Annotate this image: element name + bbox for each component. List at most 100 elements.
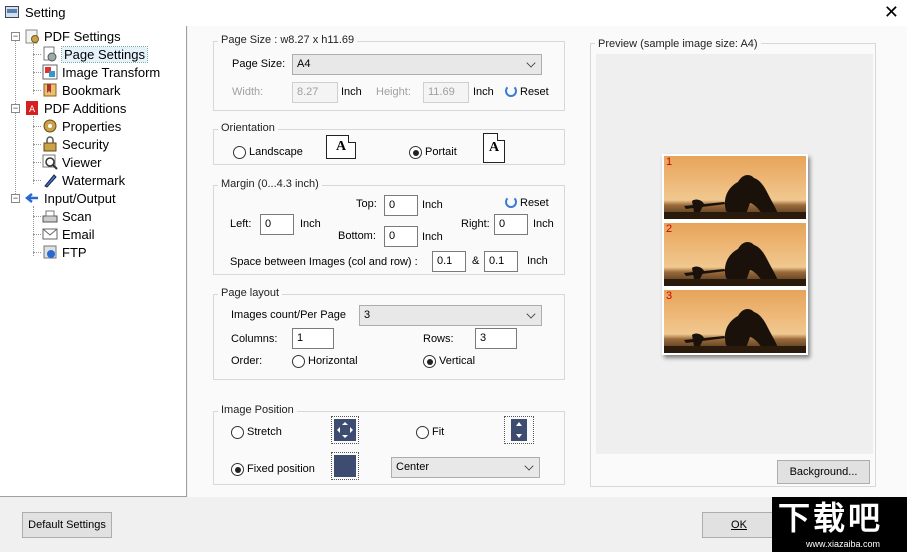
fit-label: Fit (432, 426, 445, 438)
space-row-input[interactable]: 0.1 (484, 251, 518, 272)
preview-image-2: 2 (664, 223, 806, 286)
fit-position-icon[interactable] (504, 416, 534, 444)
properties-icon (42, 118, 58, 134)
tree-item-pdf-additions[interactable]: A PDF Additions (24, 100, 126, 118)
close-icon[interactable]: ✕ (884, 2, 899, 22)
portrait-label: Portait (425, 146, 457, 158)
preview-number: 3 (666, 290, 673, 302)
collapse-icon[interactable]: − (11, 32, 20, 41)
scanner-icon (42, 208, 58, 224)
ok-button[interactable]: OK (702, 512, 776, 538)
stretch-label: Stretch (247, 426, 282, 438)
tree-item-properties[interactable]: Properties (42, 118, 121, 136)
space-label: Space between Images (col and row) : (230, 256, 418, 268)
height-unit: Inch (473, 86, 494, 98)
tree-item-security[interactable]: Security (42, 136, 109, 154)
tree-line (33, 126, 41, 127)
viewer-icon (42, 154, 58, 170)
margin-reset-button[interactable]: Reset (505, 196, 549, 209)
order-label: Order: (231, 355, 263, 367)
app-icon (5, 6, 19, 18)
tree-item-page-settings[interactable]: Page Settings (42, 46, 148, 64)
security-icon (42, 136, 58, 152)
image-transform-icon (42, 64, 58, 80)
bookmark-icon (42, 82, 58, 98)
rows-input[interactable]: 3 (475, 328, 517, 349)
preview-panel: Preview (sample image size: A4) 1 2 3 Ba… (590, 38, 876, 487)
right-label: Right: (461, 218, 490, 230)
tree-line (33, 234, 41, 235)
right-unit: Inch (533, 218, 554, 230)
tree-item-ftp[interactable]: FTP (42, 244, 87, 262)
orientation-section: Orientation Landscape A Portait A (213, 122, 565, 165)
rows-label: Rows: (423, 333, 454, 345)
fit-radio[interactable] (416, 426, 429, 439)
width-input[interactable]: 8.27 (292, 82, 338, 103)
tree-line (33, 90, 41, 91)
stretch-position-icon[interactable] (331, 416, 359, 444)
right-input[interactable]: 0 (494, 214, 528, 235)
pdf-additions-icon: A (24, 100, 40, 116)
tree-line (33, 252, 41, 253)
reset-label: Reset (520, 197, 549, 209)
preview-title: Preview (sample image size: A4) (595, 38, 761, 50)
preview-canvas: 1 2 3 (596, 54, 873, 454)
images-count-label: Images count/Per Page (231, 309, 346, 321)
fixed-position-radio[interactable] (231, 463, 244, 476)
stretch-radio[interactable] (231, 426, 244, 439)
vertical-radio[interactable] (423, 355, 436, 368)
tree-item-input-output[interactable]: Input/Output (24, 190, 116, 208)
preview-number: 2 (666, 223, 673, 235)
image-position-title: Image Position (218, 404, 297, 416)
bottom-input[interactable]: 0 (384, 226, 418, 247)
tree-item-pdf-settings[interactable]: PDF Settings (24, 28, 121, 46)
fixed-position-icon[interactable] (331, 452, 359, 480)
position-align-value: Center (396, 461, 430, 473)
images-count-value: 3 (364, 309, 371, 321)
height-input[interactable]: 11.69 (423, 82, 469, 103)
pdf-settings-icon (24, 28, 40, 44)
images-count-select[interactable]: 3 (359, 305, 542, 326)
tree-item-watermark[interactable]: Watermark (42, 172, 125, 190)
tree-item-viewer[interactable]: Viewer (42, 154, 102, 172)
left-input[interactable]: 0 (260, 214, 294, 235)
page-size-reset-button[interactable]: Reset (505, 85, 549, 98)
columns-input[interactable]: 1 (292, 328, 334, 349)
chevron-down-icon (524, 461, 534, 471)
preview-image-1: 1 (664, 156, 806, 219)
bottom-label: Bottom: (338, 230, 376, 242)
fixed-position-label: Fixed position (247, 463, 315, 475)
watermark-logo-text: 下载吧 (778, 500, 884, 536)
page-size-value: A4 (297, 58, 311, 70)
tree-item-image-transform[interactable]: Image Transform (42, 64, 160, 82)
tree-line (33, 162, 41, 163)
space-amp: & (472, 255, 480, 267)
portrait-radio[interactable] (409, 146, 422, 159)
default-settings-button[interactable]: Default Settings (22, 512, 112, 538)
page-size-select[interactable]: A4 (292, 54, 542, 75)
position-align-select[interactable]: Center (391, 457, 540, 478)
portrait-page-icon: A (483, 133, 505, 163)
collapse-icon[interactable]: − (11, 104, 20, 113)
settings-tree: − − − PDF Settings Page Settings Image T… (0, 26, 187, 497)
preview-image-3: 3 (664, 290, 806, 353)
chevron-down-icon (526, 58, 536, 68)
top-input[interactable]: 0 (384, 195, 418, 216)
settings-content: Page Size : w8.27 x h11.69 Page Size: A4… (188, 26, 907, 497)
top-label: Top: (356, 198, 377, 210)
tree-item-bookmark[interactable]: Bookmark (42, 82, 121, 100)
tree-item-email[interactable]: Email (42, 226, 95, 244)
image-position-section: Image Position Stretch Fit Fixed positio… (213, 404, 565, 485)
tree-line (33, 206, 34, 256)
left-label: Left: (230, 218, 252, 230)
orientation-title: Orientation (218, 122, 278, 134)
tree-item-scan[interactable]: Scan (42, 208, 92, 226)
input-output-icon (24, 190, 40, 206)
site-watermark: 下载吧 www.xiazaiba.com (772, 497, 907, 552)
landscape-radio[interactable] (233, 146, 246, 159)
space-col-input[interactable]: 0.1 (432, 251, 466, 272)
collapse-icon[interactable]: − (11, 194, 20, 203)
background-button[interactable]: Background... (777, 460, 870, 484)
horizontal-radio[interactable] (292, 355, 305, 368)
page-layout-title: Page layout (218, 287, 283, 299)
